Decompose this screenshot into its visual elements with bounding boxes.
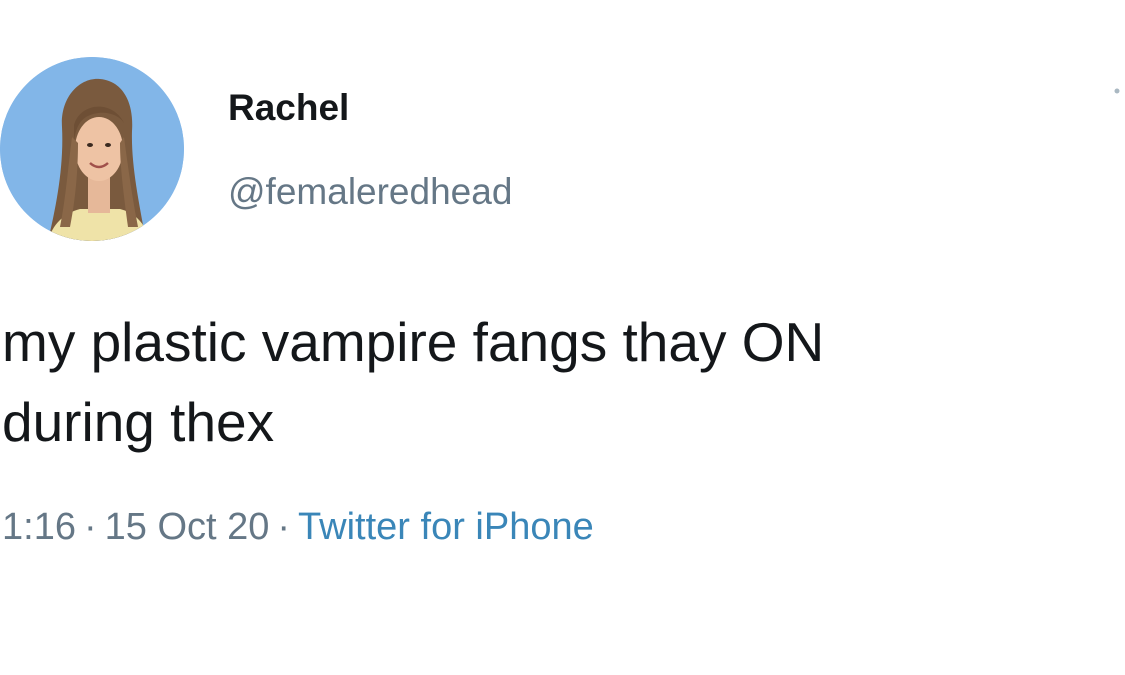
author-handle[interactable]: @femaleredhead: [228, 170, 512, 214]
meta-separator: ·: [83, 506, 97, 548]
meta-separator: ·: [277, 506, 291, 548]
tweet-text-line: my plastic vampire fangs thay ON: [2, 311, 825, 373]
tweet-source-link[interactable]: Twitter for iPhone: [298, 506, 594, 548]
tweet-card: Rachel @femaleredhead my plastic vampire…: [0, 0, 1125, 675]
tweet-text: my plastic vampire fangs thay ON during …: [2, 302, 1122, 462]
tweet-meta: 1:16 · 15 Oct 20 · Twitter for iPhone: [2, 503, 594, 551]
tweet-text-line: during thex: [2, 391, 275, 453]
avatar[interactable]: [0, 57, 184, 241]
tweet-time[interactable]: 1:16: [2, 506, 76, 548]
avatar-photo-icon: [0, 57, 184, 241]
more-options-icon[interactable]: [1114, 88, 1120, 114]
author-display-name[interactable]: Rachel: [228, 86, 349, 130]
tweet-date[interactable]: 15 Oct 20: [105, 506, 270, 548]
